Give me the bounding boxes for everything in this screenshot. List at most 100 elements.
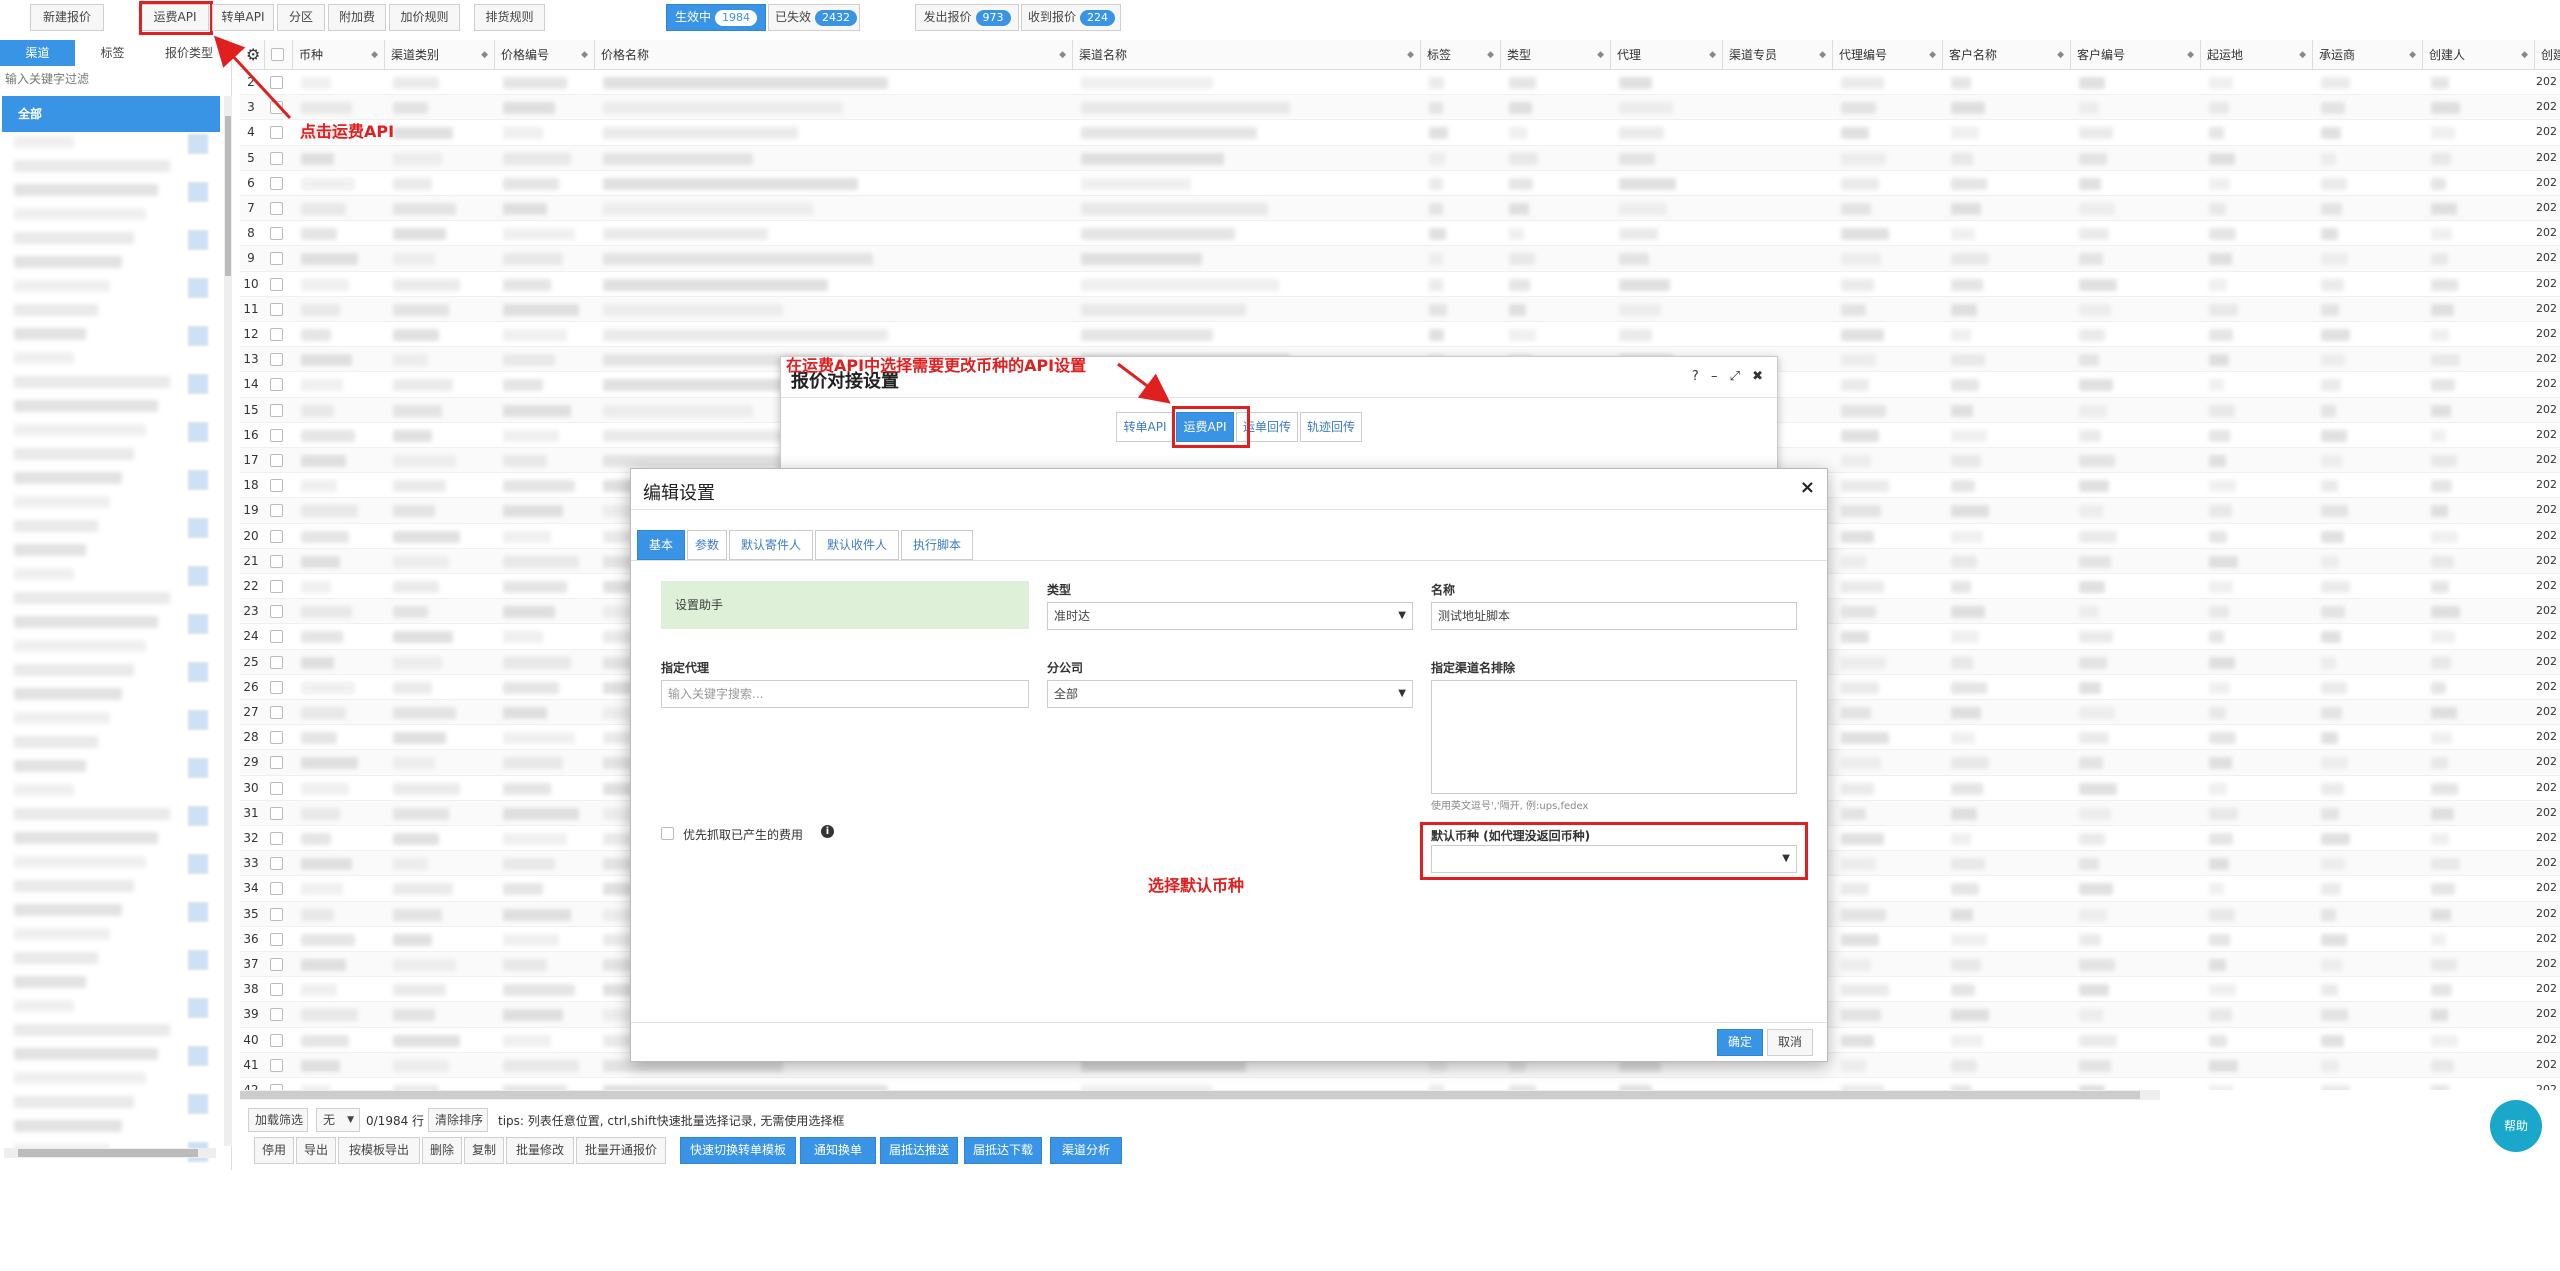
sidebar-item[interactable] bbox=[14, 1072, 146, 1084]
row-checkbox[interactable] bbox=[270, 605, 283, 619]
edit-tab-basic[interactable]: 基本 bbox=[637, 530, 685, 560]
sidebar-item[interactable] bbox=[14, 784, 74, 796]
surcharge-button[interactable]: 附加费 bbox=[328, 4, 386, 31]
sidebar-scrollbar[interactable] bbox=[224, 96, 232, 1146]
sort-icon[interactable]: ◆ bbox=[1487, 40, 1494, 70]
row-checkbox[interactable] bbox=[270, 328, 283, 341]
dock-tab-transfer-api[interactable]: 转单API bbox=[1116, 412, 1174, 442]
sidebar-tab-channel[interactable]: 渠道 bbox=[0, 40, 75, 66]
sidebar-item[interactable] bbox=[14, 640, 146, 652]
row-checkbox[interactable] bbox=[270, 857, 283, 871]
dock-dialog-controls[interactable]: ? – ⤢ ✖ bbox=[1692, 369, 1767, 384]
row-checkbox[interactable] bbox=[270, 252, 283, 266]
disable-button[interactable]: 停用 bbox=[254, 1137, 294, 1164]
column-header[interactable]: 价格名称 ◆ bbox=[595, 40, 1073, 70]
row-checkbox[interactable] bbox=[270, 479, 283, 493]
table-row[interactable]: 7 202 bbox=[240, 196, 2560, 222]
table-row[interactable]: 3 202 bbox=[240, 95, 2560, 121]
row-checkbox[interactable] bbox=[270, 958, 283, 971]
row-checkbox[interactable] bbox=[270, 580, 283, 593]
sidebar-item[interactable] bbox=[14, 208, 146, 220]
sidebar-item[interactable] bbox=[14, 328, 86, 340]
sidebar-item[interactable] bbox=[14, 544, 86, 556]
row-checkbox[interactable] bbox=[270, 1058, 283, 1072]
sidebar-item-all[interactable]: 全部 bbox=[2, 96, 220, 132]
column-header[interactable]: 代理编号 ◆ bbox=[1833, 40, 1943, 70]
table-row[interactable]: 9 202 bbox=[240, 246, 2560, 272]
sort-icon[interactable]: ◆ bbox=[2409, 40, 2416, 70]
sort-icon[interactable]: ◆ bbox=[1929, 40, 1936, 70]
sidebar-item[interactable] bbox=[14, 880, 134, 892]
sidebar-item[interactable] bbox=[14, 448, 134, 460]
row-checkbox[interactable] bbox=[270, 227, 283, 241]
sort-icon[interactable]: ◆ bbox=[371, 40, 378, 70]
copy-button[interactable]: 复制 bbox=[464, 1137, 504, 1164]
sort-icon[interactable]: ◆ bbox=[2187, 40, 2194, 70]
column-header[interactable]: 渠道名称 ◆ bbox=[1073, 40, 1421, 70]
sort-icon[interactable]: ◆ bbox=[2057, 40, 2064, 70]
type-select[interactable]: 准时达 ▼ bbox=[1047, 602, 1413, 630]
close-icon[interactable]: × bbox=[1800, 477, 1815, 498]
row-checkbox[interactable] bbox=[270, 176, 283, 190]
load-filter-button[interactable]: 加载筛选 bbox=[248, 1108, 308, 1132]
sidebar-item[interactable] bbox=[14, 376, 170, 388]
sidebar-item[interactable] bbox=[14, 928, 110, 940]
table-row[interactable]: 42 202 bbox=[240, 1078, 2560, 1090]
row-checkbox[interactable] bbox=[270, 76, 283, 89]
sidebar-item[interactable] bbox=[14, 1048, 158, 1060]
sort-icon[interactable]: ◆ bbox=[581, 40, 588, 70]
exclude-channel-textarea[interactable] bbox=[1431, 680, 1797, 794]
branch-select[interactable]: 全部 ▼ bbox=[1047, 680, 1413, 708]
row-checkbox[interactable] bbox=[270, 403, 283, 417]
sidebar-tab-tag[interactable]: 标签 bbox=[75, 40, 150, 66]
row-checkbox[interactable] bbox=[270, 504, 283, 518]
sidebar-item[interactable] bbox=[14, 400, 158, 412]
sidebar-item[interactable] bbox=[14, 904, 122, 916]
sidebar-item[interactable] bbox=[14, 736, 98, 748]
sidebar-item[interactable] bbox=[14, 1024, 170, 1036]
row-checkbox[interactable] bbox=[270, 756, 283, 770]
sent-quotes-tab[interactable]: 发出报价 973 bbox=[915, 4, 1019, 31]
column-header[interactable]: 价格编号 ◆ bbox=[495, 40, 595, 70]
row-checkbox[interactable] bbox=[270, 529, 283, 543]
sidebar-item[interactable] bbox=[14, 952, 98, 964]
column-header[interactable]: 类型 ◆ bbox=[1501, 40, 1611, 70]
export-button[interactable]: 导出 bbox=[296, 1137, 336, 1164]
column-header[interactable]: 承运商 ◆ bbox=[2313, 40, 2423, 70]
sidebar-item[interactable] bbox=[14, 688, 122, 700]
row-checkbox[interactable] bbox=[270, 202, 283, 215]
row-checkbox[interactable] bbox=[270, 832, 283, 845]
sidebar-item[interactable] bbox=[14, 1000, 74, 1012]
sidebar-item[interactable] bbox=[14, 520, 98, 532]
row-checkbox[interactable] bbox=[270, 907, 283, 921]
batch-open-quote-button[interactable]: 批量开通报价 bbox=[576, 1137, 666, 1164]
sidebar-item[interactable] bbox=[14, 136, 74, 148]
priority-fee-checkbox[interactable] bbox=[661, 827, 674, 840]
quick-switch-template-button[interactable]: 快速切换转单模板 bbox=[680, 1137, 796, 1164]
sidebar-item[interactable] bbox=[14, 808, 170, 820]
table-row[interactable]: 11 202 bbox=[240, 296, 2560, 322]
freight-api-button[interactable]: 运费API bbox=[141, 4, 209, 31]
column-header[interactable]: 代理 ◆ bbox=[1611, 40, 1723, 70]
sidebar-item[interactable] bbox=[14, 1096, 134, 1108]
table-row[interactable]: 2 202 bbox=[240, 70, 2560, 96]
agent-search-input[interactable]: 输入关键字搜索... bbox=[661, 680, 1029, 708]
transfer-api-button[interactable]: 转单API bbox=[212, 4, 274, 31]
sidebar-h-scrollbar[interactable] bbox=[4, 1148, 216, 1158]
sidebar-item[interactable] bbox=[14, 616, 158, 628]
row-checkbox[interactable] bbox=[270, 378, 283, 392]
sidebar-item[interactable] bbox=[14, 184, 158, 196]
sidebar-item[interactable] bbox=[14, 352, 74, 364]
column-header[interactable]: 起运地 ◆ bbox=[2201, 40, 2313, 70]
sort-icon[interactable]: ◆ bbox=[2521, 40, 2528, 70]
edit-tab-script[interactable]: 执行脚本 bbox=[901, 530, 973, 560]
row-checkbox[interactable] bbox=[270, 554, 283, 568]
sidebar-item[interactable] bbox=[14, 568, 74, 580]
column-header[interactable]: 创建◆ bbox=[2535, 40, 2560, 70]
sidebar-filter-input[interactable]: 输入关键字过滤 bbox=[2, 68, 224, 90]
table-row[interactable]: 5 202 bbox=[240, 145, 2560, 171]
clear-sort-button[interactable]: 清除排序 bbox=[428, 1108, 488, 1132]
column-header[interactable]: 币种 ◆ bbox=[293, 40, 385, 70]
notify-change-button[interactable]: 通知换单 bbox=[800, 1137, 876, 1164]
table-h-scrollbar[interactable] bbox=[240, 1090, 2160, 1100]
